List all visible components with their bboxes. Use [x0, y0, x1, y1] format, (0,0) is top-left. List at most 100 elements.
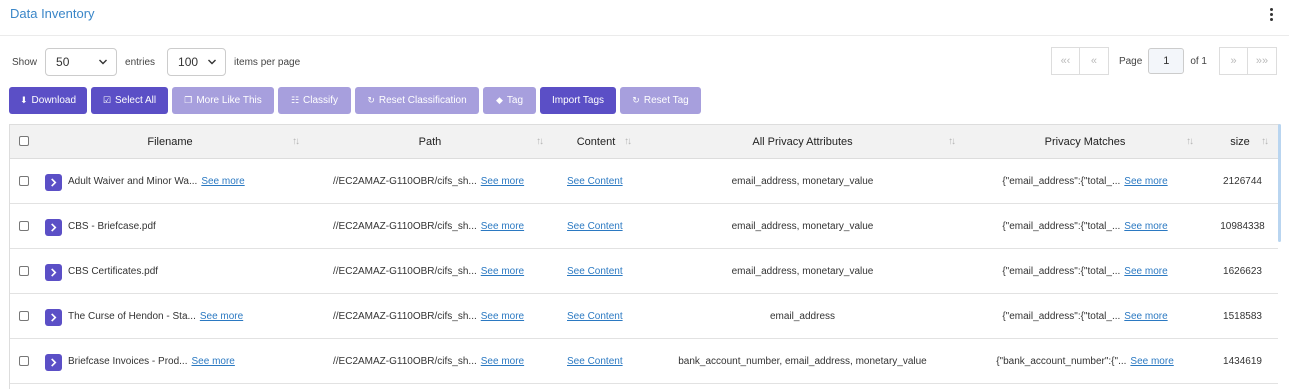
- see-more-link[interactable]: See more: [201, 176, 244, 187]
- select-all-button[interactable]: ☑ Select All: [91, 87, 168, 114]
- privacy-matches: {"email_address":{"total_...: [1002, 266, 1121, 277]
- see-content-link[interactable]: See Content: [567, 356, 623, 367]
- download-button[interactable]: ⬇ Download: [9, 87, 87, 114]
- table-row[interactable]: The Curse of Hendon - Sta... See more //E…: [10, 294, 1278, 339]
- table-row[interactable]: CBS Certificates.pdf //EC2AMAZ-G110OBR/c…: [10, 249, 1278, 294]
- chevron-right-icon: [51, 358, 57, 367]
- column-header-privacy-attributes[interactable]: All Privacy Attributes: [700, 125, 905, 159]
- next-page-button[interactable]: »: [1219, 47, 1248, 75]
- prev-page-button[interactable]: «: [1079, 47, 1109, 75]
- tag-button[interactable]: ◆ Tag: [483, 87, 536, 114]
- row-checkbox[interactable]: [19, 176, 29, 186]
- first-page-button[interactable]: «‹: [1050, 47, 1080, 75]
- entries-select[interactable]: 50: [45, 48, 118, 76]
- reset-classification-button[interactable]: ↻ Reset Classification: [355, 87, 479, 114]
- file-size: 1626623: [1223, 266, 1262, 277]
- see-more-link[interactable]: See more: [200, 311, 243, 322]
- chevron-down-icon: [99, 59, 108, 65]
- privacy-matches: {"bank_account_number":{"...: [996, 356, 1127, 367]
- expand-row-button[interactable]: [45, 174, 62, 191]
- expand-row-button[interactable]: [45, 219, 62, 236]
- table-row[interactable]: Briefcase Invoices - Prod... See more //E…: [10, 339, 1278, 384]
- more-like-this-label: More Like This: [196, 95, 262, 106]
- see-more-link[interactable]: See more: [481, 356, 524, 367]
- expand-row-button[interactable]: [45, 264, 62, 281]
- items-per-page-select[interactable]: 100: [167, 48, 227, 76]
- table-controls: Show 50 entries 100 items per page: [12, 48, 300, 76]
- classify-label: Classify: [303, 95, 339, 106]
- entries-value: 50: [56, 55, 70, 69]
- see-more-link[interactable]: See more: [1130, 356, 1173, 367]
- select-all-checkbox[interactable]: [19, 136, 29, 146]
- import-tags-button[interactable]: Import Tags: [540, 87, 616, 114]
- see-more-link[interactable]: See more: [1124, 176, 1167, 187]
- sitemap-icon: ☷: [290, 95, 300, 105]
- row-checkbox[interactable]: [19, 266, 29, 276]
- privacy-attributes: email_address, monetary_value: [731, 266, 874, 277]
- checkbox-icon: ☑: [102, 95, 111, 105]
- tag-label: Tag: [506, 95, 524, 106]
- path: //EC2AMAZ-G110OBR/cifs_sh...: [333, 356, 477, 367]
- filename: Briefcase Invoices - Prod...: [68, 356, 188, 367]
- reset-tag-button[interactable]: ↻ Reset Tag: [620, 87, 701, 114]
- see-content-link[interactable]: See Content: [567, 266, 623, 277]
- see-more-link[interactable]: See more: [1124, 311, 1167, 322]
- path: //EC2AMAZ-G110OBR/cifs_sh...: [333, 311, 477, 322]
- download-icon: ⬇: [19, 95, 28, 105]
- privacy-matches: {"email_address":{"total_...: [1002, 221, 1121, 232]
- pagination: «‹ « Page 1 of 1 » »»: [1050, 47, 1277, 75]
- table-header: Filename ↑↓ Path ↑↓ Content ↑↓ All Priva…: [10, 125, 1278, 159]
- see-more-link[interactable]: See more: [1124, 221, 1167, 232]
- sort-icon[interactable]: ↑↓: [1261, 136, 1269, 147]
- see-content-link[interactable]: See Content: [567, 311, 623, 322]
- tag-icon: ◆: [495, 95, 503, 105]
- file-size: 2126744: [1223, 176, 1262, 187]
- sort-icon[interactable]: ↑↓: [948, 136, 956, 147]
- sort-icon[interactable]: ↑↓: [536, 136, 544, 147]
- header-bar: Data Inventory: [0, 0, 1289, 36]
- page-number-input[interactable]: 1: [1148, 48, 1185, 74]
- table-row[interactable]: Adult Waiver and Minor Wa... See more //E…: [10, 159, 1278, 204]
- chevron-right-icon: [51, 268, 57, 277]
- page-title: Data Inventory: [10, 6, 95, 21]
- classify-button[interactable]: ☷ Classify: [278, 87, 351, 114]
- sort-icon[interactable]: ↑↓: [624, 136, 632, 147]
- row-checkbox[interactable]: [19, 356, 29, 366]
- table-row[interactable]: CBS - Briefcase.pdf //EC2AMAZ-G110OBR/ci…: [10, 204, 1278, 249]
- table-scrollbar[interactable]: [1278, 124, 1281, 242]
- see-more-link[interactable]: See more: [1124, 266, 1167, 277]
- see-more-link[interactable]: See more: [192, 356, 235, 367]
- refresh-icon: ↻: [632, 95, 640, 105]
- refresh-icon: ↻: [367, 95, 375, 105]
- copy-icon: ❐: [184, 95, 193, 105]
- download-label: Download: [31, 95, 77, 106]
- last-page-button[interactable]: »»: [1248, 47, 1277, 75]
- file-size: 1434619: [1223, 356, 1262, 367]
- column-header-size[interactable]: size: [1220, 125, 1260, 159]
- column-header-privacy-matches[interactable]: Privacy Matches: [1020, 125, 1150, 159]
- items-per-page-value: 100: [178, 55, 199, 69]
- column-header-filename[interactable]: Filename: [70, 125, 270, 159]
- row-checkbox[interactable]: [19, 221, 29, 231]
- column-header-path[interactable]: Path: [330, 125, 530, 159]
- see-content-link[interactable]: See Content: [567, 176, 623, 187]
- action-toolbar: ⬇ Download ☑ Select All ❐ More Like This…: [9, 87, 701, 114]
- kebab-menu-icon[interactable]: [1263, 5, 1279, 23]
- row-checkbox[interactable]: [19, 311, 29, 321]
- expand-row-button[interactable]: [45, 309, 62, 326]
- privacy-matches: {"email_address":{"total_...: [1002, 311, 1121, 322]
- sort-icon[interactable]: ↑↓: [292, 136, 300, 147]
- see-more-link[interactable]: See more: [481, 266, 524, 277]
- see-more-link[interactable]: See more: [481, 221, 524, 232]
- path: //EC2AMAZ-G110OBR/cifs_sh...: [333, 266, 477, 277]
- more-like-this-button[interactable]: ❐ More Like This: [172, 87, 274, 114]
- see-more-link[interactable]: See more: [481, 176, 524, 187]
- column-header-content[interactable]: Content: [566, 125, 626, 159]
- see-content-link[interactable]: See Content: [567, 221, 623, 232]
- import-tags-label: Import Tags: [551, 95, 605, 106]
- see-more-link[interactable]: See more: [481, 311, 524, 322]
- reset-tag-label: Reset Tag: [643, 95, 689, 106]
- expand-row-button[interactable]: [45, 354, 62, 371]
- sort-icon[interactable]: ↑↓: [1186, 136, 1194, 147]
- path: //EC2AMAZ-G110OBR/cifs_sh...: [333, 176, 477, 187]
